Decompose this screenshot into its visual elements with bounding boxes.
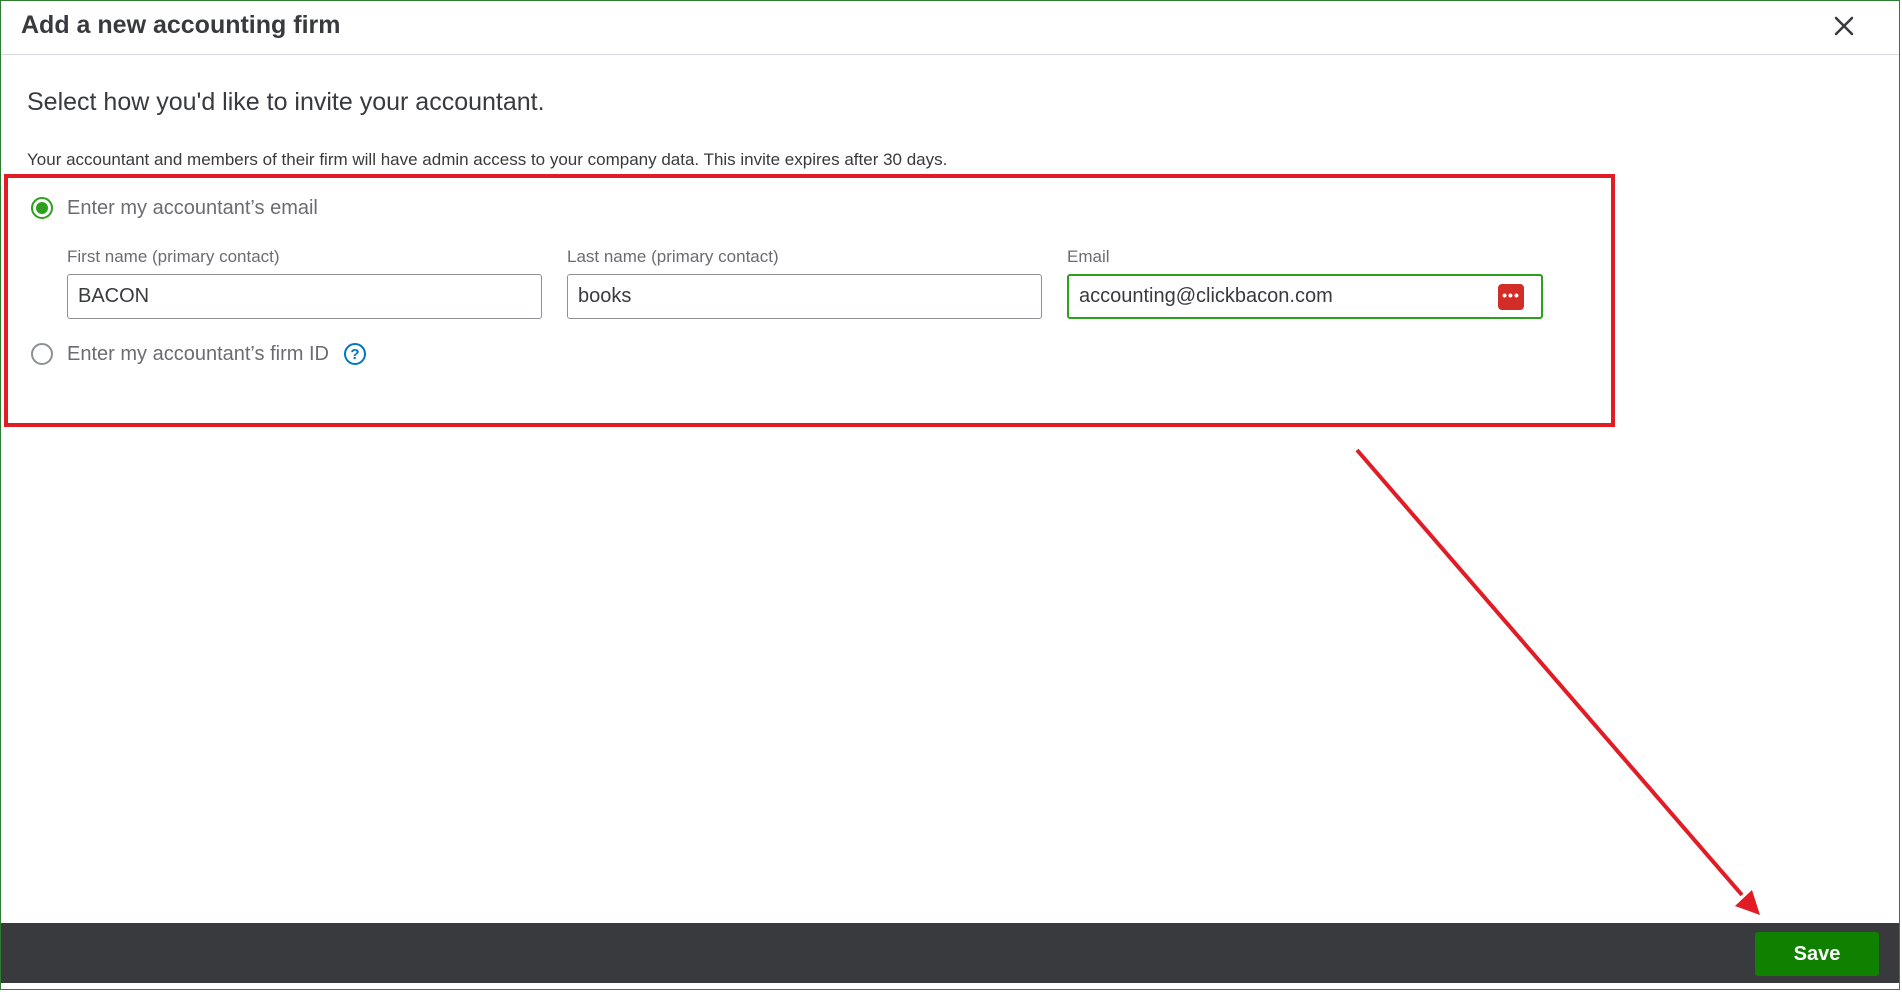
close-button[interactable] — [1829, 11, 1859, 41]
close-icon — [1834, 16, 1854, 36]
dialog-title: Add a new accounting firm — [21, 11, 341, 39]
dialog: Add a new accounting firm Select how you… — [0, 0, 1900, 990]
dialog-description: Your accountant and members of their fir… — [27, 150, 948, 169]
dialog-subtitle: Select how you'd like to invite your acc… — [27, 88, 545, 116]
dialog-footer: Save — [1, 923, 1899, 983]
dialog-header: Add a new accounting firm — [1, 1, 1899, 55]
save-button[interactable]: Save — [1755, 932, 1879, 976]
annotation-highlight-box — [4, 174, 1615, 427]
